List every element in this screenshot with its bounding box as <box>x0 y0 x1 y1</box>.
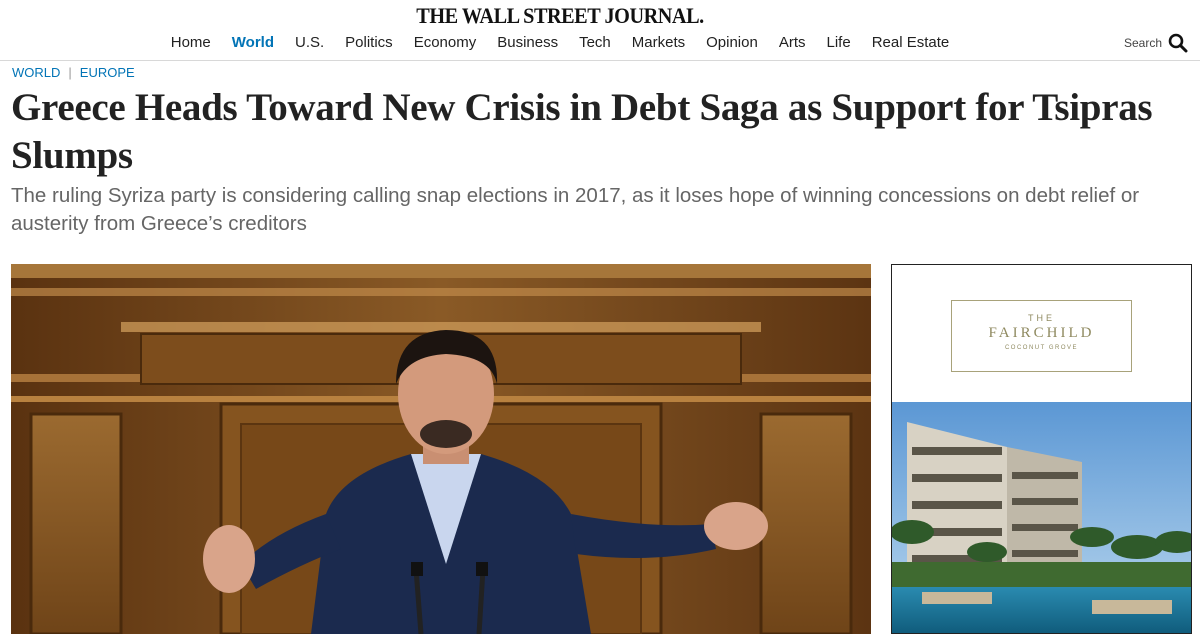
nav-tech[interactable]: Tech <box>569 34 622 52</box>
nav-us[interactable]: U.S. <box>284 34 334 52</box>
nav-business[interactable]: Business <box>487 34 569 52</box>
nav-home[interactable]: Home <box>160 34 221 52</box>
search-label: Search <box>1123 36 1162 50</box>
ad-brand-the: THE <box>1028 313 1055 323</box>
nav-opinion[interactable]: Opinion <box>696 34 769 52</box>
article-dek: The ruling Syriza party is considering c… <box>11 184 1140 235</box>
article-headline: Greece Heads Toward New Crisis in Debt S… <box>11 86 1153 177</box>
nav-real-estate[interactable]: Real Estate <box>861 34 960 52</box>
nav-economy[interactable]: Economy <box>403 34 487 52</box>
masthead: THE WALL STREET JOURNAL. Home World U.S.… <box>0 0 1200 61</box>
search-button[interactable]: Search <box>1124 33 1188 53</box>
hero-photo[interactable] <box>11 264 871 634</box>
wsj-logo[interactable]: THE WALL STREET JOURNAL. <box>45 3 1075 29</box>
ad-brand-name: FAIRCHILD <box>988 325 1095 341</box>
breadcrumb-world[interactable]: WORLD <box>12 65 60 80</box>
breadcrumb-separator: | <box>68 65 72 80</box>
nav-arts[interactable]: Arts <box>768 34 816 52</box>
main-nav: Home World U.S. Politics Economy Busines… <box>0 34 1120 52</box>
nav-markets[interactable]: Markets <box>621 34 695 52</box>
nav-world[interactable]: World <box>221 34 284 52</box>
breadcrumb: WORLD | EUROPE <box>12 65 135 80</box>
ad-building-photo <box>892 402 1191 633</box>
ad-brand-sub: COCONUT GROVE <box>1004 345 1079 351</box>
nav-politics[interactable]: Politics <box>335 34 404 52</box>
search-icon[interactable] <box>1168 33 1188 53</box>
advertisement[interactable]: THE FAIRCHILD COCONUT GROVE <box>891 264 1192 634</box>
nav-life[interactable]: Life <box>816 34 861 52</box>
breadcrumb-europe[interactable]: EUROPE <box>80 65 135 80</box>
ad-logo: THE FAIRCHILD COCONUT GROVE <box>951 300 1132 372</box>
